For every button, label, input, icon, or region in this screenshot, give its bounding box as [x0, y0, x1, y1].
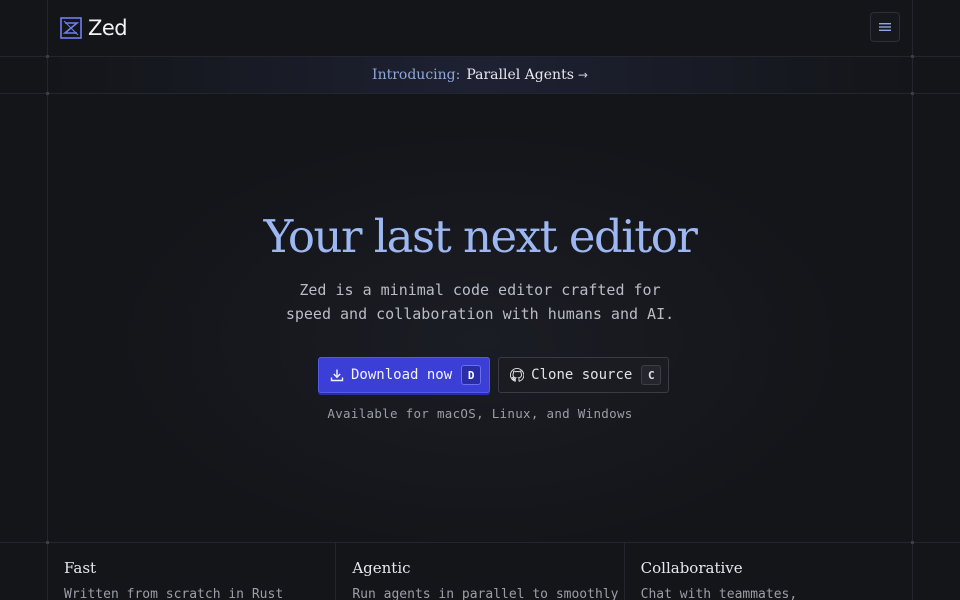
download-shortcut-key: D	[461, 365, 482, 385]
feature-card-collaborative: Collaborative Chat with teammates,	[625, 543, 912, 600]
github-icon	[510, 368, 525, 382]
download-button[interactable]: Download now D	[318, 357, 491, 393]
download-button-label: Download now	[351, 367, 453, 383]
clone-source-button[interactable]: Clone source C	[498, 357, 670, 393]
download-icon	[330, 369, 344, 382]
feature-description: Run agents in parallel to smoothly	[352, 587, 619, 600]
feature-title: Agentic	[352, 559, 411, 577]
site-header: Zed	[0, 0, 960, 56]
feature-card-fast: Fast Written from scratch in Rust	[48, 543, 337, 600]
arrow-right-icon: →	[577, 68, 588, 82]
zed-logo-icon	[60, 17, 82, 39]
hamburger-menu-icon	[879, 23, 891, 31]
feature-title: Collaborative	[640, 559, 743, 577]
clone-shortcut-key: C	[641, 365, 662, 385]
guide-line-right	[912, 0, 913, 600]
logo-text: Zed	[88, 16, 128, 40]
feature-card-agentic: Agentic Run agents in parallel to smooth…	[336, 543, 625, 600]
hero-buttons: Download now D Clone source C	[318, 357, 670, 393]
menu-button[interactable]	[870, 12, 900, 42]
announcement-link-label: Parallel Agents	[466, 67, 574, 83]
feature-cards: Fast Written from scratch in Rust Agenti…	[48, 543, 912, 600]
feature-description: Written from scratch in Rust	[64, 587, 284, 600]
announcement-bar: Introducing: Parallel Agents →	[48, 57, 912, 93]
feature-title: Fast	[64, 559, 97, 577]
hero-title: Your last next editor	[263, 210, 698, 263]
announcement-link[interactable]: Parallel Agents →	[466, 67, 588, 83]
clone-source-button-label: Clone source	[531, 367, 633, 383]
logo-link[interactable]: Zed	[60, 16, 128, 40]
hero-subtitle: Zed is a minimal code editor crafted for…	[285, 281, 675, 323]
platform-availability: Available for macOS, Linux, and Windows	[327, 406, 633, 421]
announcement-prefix: Introducing:	[372, 67, 461, 83]
feature-description: Chat with teammates,	[640, 587, 798, 600]
